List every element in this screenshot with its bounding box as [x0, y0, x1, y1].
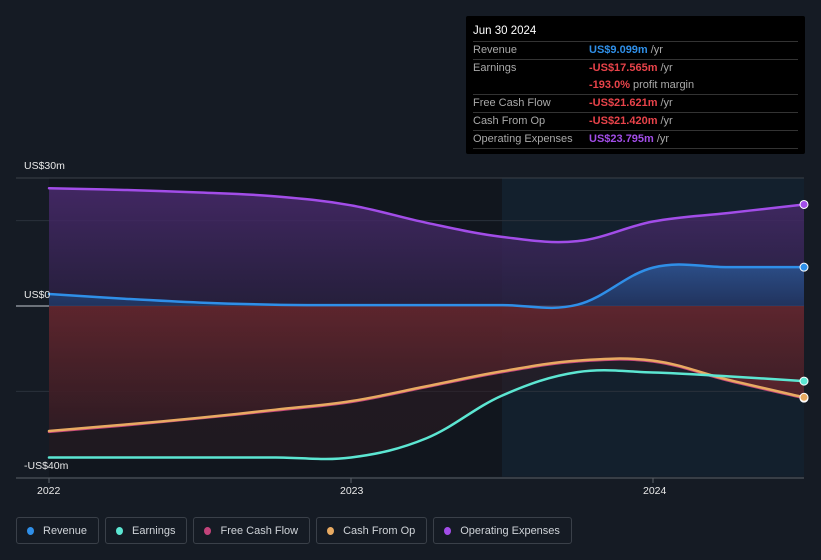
tooltip-label: Free Cash Flow: [473, 97, 551, 109]
tooltip-date: Jun 30 2024: [473, 24, 798, 42]
operating-expenses-dot-icon: [444, 526, 452, 535]
cash-from-op-end-point[interactable]: [799, 392, 809, 402]
tooltip-unit: /yr: [660, 115, 673, 127]
chart-legend: Revenue Earnings Free Cash Flow Cash Fro…: [16, 517, 572, 544]
legend-label: Revenue: [43, 524, 88, 537]
tooltip-row-revenue: Revenue US$9.099m /yr: [473, 42, 798, 60]
legend-label: Free Cash Flow: [220, 524, 299, 537]
earnings-dot-icon: [116, 526, 124, 535]
cash-from-op-dot-icon: [327, 526, 335, 535]
data-tooltip: Jun 30 2024 Revenue US$9.099m /yr Earnin…: [466, 16, 805, 154]
tooltip-unit: /yr: [656, 133, 670, 145]
tooltip-unit: /yr: [660, 97, 673, 109]
tooltip-row-free-cash-flow: Free Cash Flow -US$21.621m /yr: [473, 95, 798, 113]
legend-label: Operating Expenses: [460, 524, 560, 537]
y-tick-label-bottom: -US$40m: [24, 460, 69, 472]
legend-item-operating-expenses[interactable]: Operating Expenses: [433, 517, 572, 544]
revenue-end-point[interactable]: [799, 262, 809, 272]
tooltip-value: US$23.795m: [589, 133, 654, 145]
y-tick-label-top: US$30m: [24, 160, 65, 172]
revenue-dot-icon: [27, 526, 34, 535]
tooltip-value: US$9.099m: [589, 44, 648, 56]
tooltip-row-operating-expenses: Operating Expenses US$23.795m /yr: [473, 131, 798, 149]
x-tick-label-2023: 2023: [340, 485, 364, 497]
x-tick-label-2022: 2022: [37, 485, 61, 497]
tooltip-unit: /yr: [650, 44, 663, 56]
tooltip-label: Revenue: [473, 44, 518, 56]
tooltip-label: Earnings: [473, 62, 517, 74]
legend-item-revenue[interactable]: Revenue: [16, 517, 100, 544]
free-cash-flow-dot-icon: [204, 526, 212, 535]
tooltip-value: -US$21.420m: [589, 115, 658, 127]
legend-label: Cash From Op: [343, 524, 416, 537]
x-tick-label-2024: 2024: [643, 485, 667, 497]
tooltip-value: -US$17.565m: [589, 62, 658, 74]
tooltip-row-profit-margin: -193.0% profit margin: [473, 77, 798, 95]
tooltip-unit: /yr: [660, 62, 673, 74]
tooltip-label: Cash From Op: [473, 115, 546, 127]
operating-expenses-end-point[interactable]: [799, 199, 809, 209]
legend-item-cash-from-op[interactable]: Cash From Op: [316, 517, 428, 544]
tooltip-label: [473, 77, 589, 94]
legend-item-earnings[interactable]: Earnings: [105, 517, 188, 544]
tooltip-value: -US$21.621m: [589, 97, 658, 109]
legend-item-free-cash-flow[interactable]: Free Cash Flow: [193, 517, 311, 544]
tooltip-row-cash-from-op: Cash From Op -US$21.420m /yr: [473, 113, 798, 131]
y-tick-label-zero: US$0: [24, 289, 51, 301]
tooltip-label: Operating Expenses: [473, 133, 573, 145]
earnings-end-point[interactable]: [799, 376, 809, 386]
tooltip-row-earnings: Earnings -US$17.565m /yr: [473, 60, 798, 77]
legend-label: Earnings: [132, 524, 176, 537]
tooltip-unit: profit margin: [632, 79, 695, 91]
tooltip-value: -193.0%: [589, 79, 630, 91]
